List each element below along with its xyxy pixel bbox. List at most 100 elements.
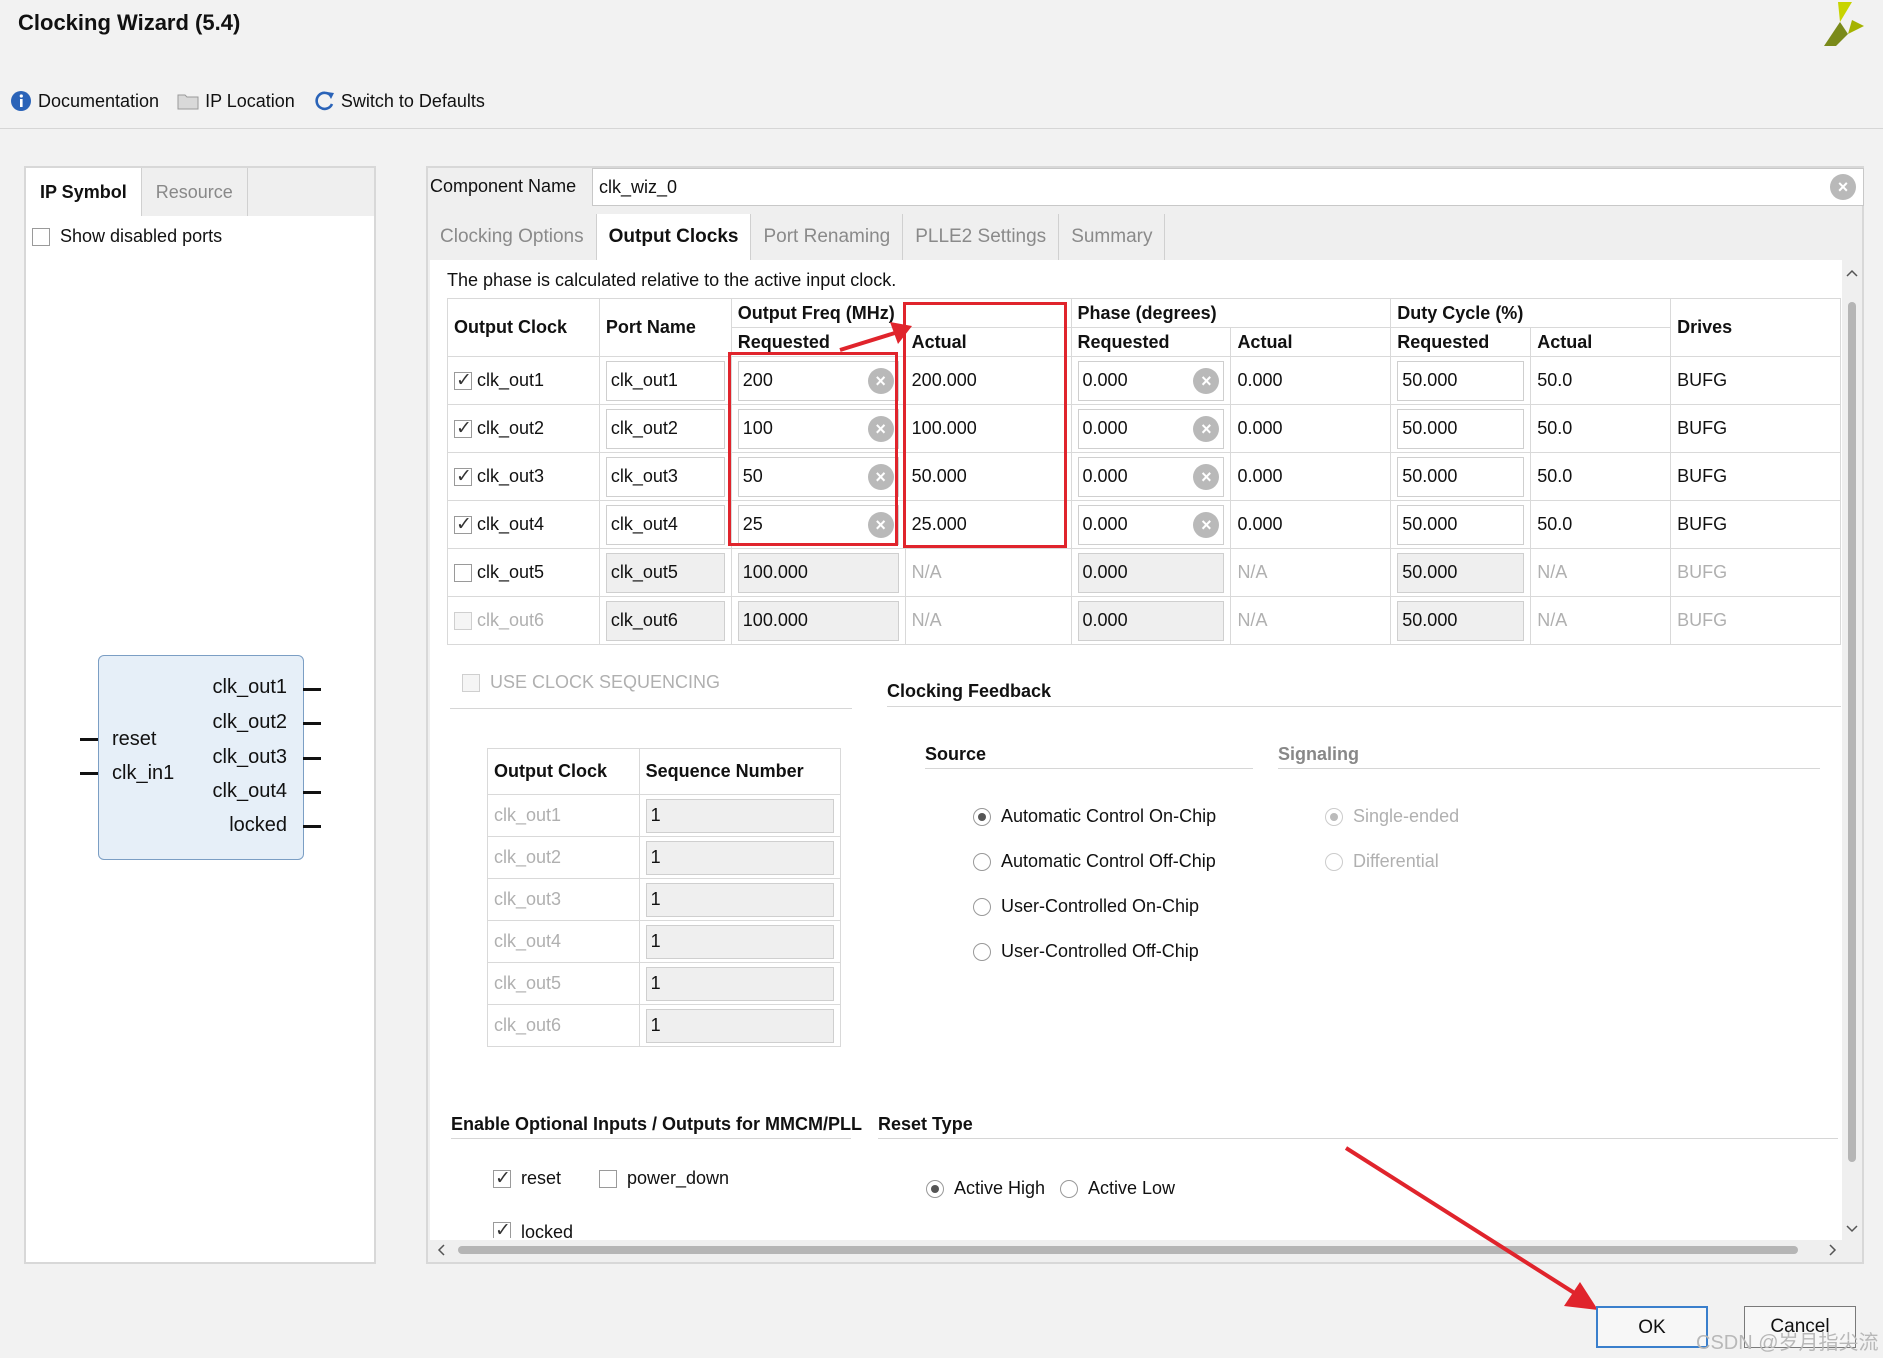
duty-actual: 50.0 — [1530, 356, 1672, 405]
phase-requested-input[interactable]: 0.000 × — [1077, 456, 1225, 497]
phase-requested-input[interactable]: 0.000 × — [1077, 504, 1225, 545]
seq-number-value: 1 — [650, 931, 661, 951]
phase-requested-input[interactable]: 0.000 × — [1077, 360, 1225, 401]
table-row: clk_out1 clk_out1 200× 200.000 0.000× 0.… — [447, 356, 1841, 405]
duty-requested-input[interactable]: 50.000 — [1397, 600, 1525, 641]
radio-user-on-chip[interactable] — [973, 897, 991, 916]
show-disabled-row[interactable]: Show disabled ports — [32, 226, 222, 247]
radio-auto-off-chip[interactable] — [973, 852, 991, 871]
phase-requested-input[interactable]: 0.000 × — [1077, 408, 1225, 449]
tab-plle2-settings[interactable]: PLLE2 Settings — [903, 214, 1060, 260]
source-option-auto-off-chip[interactable]: Automatic Control Off-Chip — [973, 851, 1216, 872]
source-option-auto-on-chip[interactable]: Automatic Control On-Chip — [973, 806, 1216, 827]
clear-icon[interactable]: × — [1193, 463, 1220, 490]
port-name-input[interactable]: clk_out4 — [605, 504, 725, 545]
optional-io-divider — [451, 1138, 851, 1139]
highlight-requested-box — [728, 352, 898, 546]
clear-icon[interactable]: × — [1193, 415, 1220, 442]
enable-checkbox[interactable] — [454, 513, 472, 536]
phase-requested-value: 0.000 — [1082, 514, 1128, 534]
duty-requested-input[interactable]: 50.000 — [1397, 408, 1525, 449]
duty-requested-input[interactable]: 50.000 — [1397, 504, 1525, 545]
tab-ip-symbol[interactable]: IP Symbol — [26, 168, 142, 216]
drives-value[interactable]: BUFG — [1670, 452, 1841, 501]
port-name-input[interactable]: clk_out3 — [605, 456, 725, 497]
seq-number-input[interactable]: 1 — [645, 840, 834, 875]
duty-requested-input[interactable]: 50.000 — [1397, 360, 1525, 401]
switch-defaults-button[interactable]: Switch to Defaults — [313, 90, 485, 112]
drives-value[interactable]: BUFG — [1670, 500, 1841, 549]
enable-checkbox[interactable] — [454, 465, 472, 488]
phase-requested-input[interactable]: 0.000 — [1077, 552, 1225, 593]
hdr-phase-requested: Requested — [1070, 327, 1232, 357]
drives-value[interactable]: BUFG — [1670, 404, 1841, 453]
xilinx-logo — [1824, 2, 1864, 46]
port-clk-out3: clk_out3 — [212, 746, 288, 768]
source-label-text: User-Controlled On-Chip — [1001, 896, 1200, 916]
window-title: Clocking Wizard (5.4) — [18, 10, 241, 35]
tab-resource[interactable]: Resource — [142, 168, 248, 216]
radio-single-ended — [1325, 807, 1343, 826]
port-name-input[interactable]: clk_out1 — [605, 360, 725, 401]
clear-icon[interactable]: × — [1193, 511, 1220, 538]
enable-checkbox[interactable] — [454, 564, 472, 583]
table-row: clk_out4 clk_out4 25× 25.000 0.000× 0.00… — [447, 500, 1841, 549]
vertical-scrollbar[interactable] — [1842, 262, 1862, 1240]
seq-number-input[interactable]: 1 — [645, 966, 834, 1001]
reset-option[interactable]: reset — [493, 1167, 561, 1190]
clear-icon[interactable]: × — [1193, 367, 1220, 394]
locked-checkbox[interactable] — [493, 1222, 511, 1238]
seq-number-input[interactable]: 1 — [645, 882, 834, 917]
active-high-option[interactable]: Active High — [926, 1178, 1045, 1199]
power-down-checkbox[interactable] — [599, 1169, 617, 1188]
tab-clocking-options[interactable]: Clocking Options — [428, 214, 597, 260]
drives-value: BUFG — [1670, 596, 1841, 645]
port-name-input[interactable]: clk_out5 — [605, 552, 725, 593]
clear-icon[interactable]: × — [1830, 174, 1856, 200]
ip-location-button[interactable]: IP Location — [177, 91, 295, 112]
seq-number-input[interactable]: 1 — [645, 924, 834, 959]
source-label-text: Automatic Control Off-Chip — [1001, 851, 1216, 871]
documentation-button[interactable]: Documentation — [10, 90, 159, 112]
tab-summary[interactable]: Summary — [1059, 214, 1166, 260]
phase-requested-input[interactable]: 0.000 — [1077, 600, 1225, 641]
source-option-user-off-chip[interactable]: User-Controlled Off-Chip — [973, 941, 1199, 962]
drives-value[interactable]: BUFG — [1670, 356, 1841, 405]
active-low-option[interactable]: Active Low — [1060, 1178, 1175, 1199]
power-down-option[interactable]: power_down — [599, 1168, 729, 1189]
tab-output-clocks[interactable]: Output Clocks — [596, 214, 752, 260]
component-name-input[interactable]: clk_wiz_0 — [592, 168, 1864, 206]
port-name-input[interactable]: clk_out6 — [605, 600, 725, 641]
freq-requested-input[interactable]: 100.000 — [737, 552, 899, 593]
seq-number-input[interactable]: 1 — [645, 798, 834, 833]
reset-checkbox[interactable] — [493, 1167, 511, 1190]
table-row: clk_out2 1 — [487, 836, 842, 879]
enable-checkbox[interactable] — [454, 369, 472, 392]
enable-checkbox[interactable] — [454, 417, 472, 440]
clock-sequencing-checkbox — [462, 673, 480, 692]
radio-auto-on-chip[interactable] — [973, 807, 991, 826]
radio-active-low[interactable] — [1060, 1179, 1078, 1198]
duty-requested-input[interactable]: 50.000 — [1397, 456, 1525, 497]
source-label-text: User-Controlled Off-Chip — [1001, 941, 1199, 961]
seq-number-input[interactable]: 1 — [645, 1008, 834, 1043]
ok-button[interactable]: OK — [1596, 1306, 1708, 1348]
duty-requested-input[interactable]: 50.000 — [1397, 552, 1525, 593]
horizontal-scrollbar[interactable] — [432, 1240, 1842, 1260]
sequencing-table: Output Clock Sequence Number clk_out1 1 c… — [487, 748, 842, 1047]
port-name-input[interactable]: clk_out2 — [605, 408, 725, 449]
port-name-value: clk_out5 — [610, 562, 678, 582]
radio-active-high[interactable] — [926, 1179, 944, 1198]
duty-requested-value: 50.000 — [1402, 610, 1458, 630]
signaling-label-text: Single-ended — [1353, 806, 1460, 826]
radio-user-off-chip[interactable] — [973, 942, 991, 961]
source-option-user-on-chip[interactable]: User-Controlled On-Chip — [973, 896, 1199, 917]
locked-option[interactable]: locked — [493, 1222, 573, 1238]
switch-defaults-label: Switch to Defaults — [340, 90, 485, 111]
phase-actual: 0.000 — [1230, 452, 1392, 501]
freq-requested-input[interactable]: 100.000 — [737, 600, 899, 641]
clock-name: clk_out3 — [477, 466, 545, 486]
show-disabled-checkbox[interactable] — [32, 227, 50, 246]
tab-port-renaming[interactable]: Port Renaming — [751, 214, 904, 260]
seq-clock: clk_out6 — [487, 1004, 640, 1047]
